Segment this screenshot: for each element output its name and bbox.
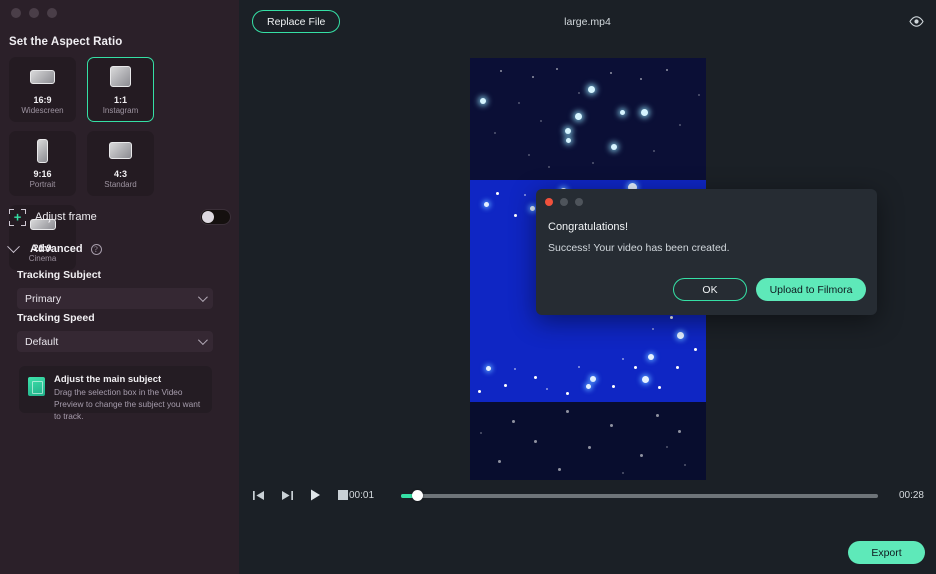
aspect-ratio-name: 4:3 (113, 168, 127, 179)
dialog-traffic-lights (545, 198, 583, 206)
help-icon[interactable]: ? (90, 243, 102, 255)
timeline-slider-handle[interactable] (412, 490, 423, 501)
step-forward-icon[interactable] (280, 488, 294, 502)
file-name-title: large.mp4 (564, 15, 611, 28)
adjust-frame-row: + Adjust frame (9, 206, 231, 228)
aspect-ratio-name: 1:1 (113, 94, 127, 105)
timeline-slider[interactable] (401, 490, 878, 501)
aspect-ratio-grid: 16:9 Widescreen 1:1 Instagram 9:16 Portr… (9, 57, 231, 270)
subject-selection-icon (28, 377, 45, 396)
tip-title: Adjust the main subject (54, 374, 162, 385)
eye-icon[interactable] (907, 12, 925, 30)
aspect-ratio-option-16-9[interactable]: 16:9 Widescreen (9, 57, 76, 122)
dialog-upload-to-filmora-button[interactable]: Upload to Filmora (756, 278, 866, 301)
main-area: Replace File large.mp4 00:01 00:28 Expor… (239, 0, 936, 574)
dialog-ok-button[interactable]: OK (673, 278, 747, 301)
window-maximize-button[interactable] (47, 8, 57, 18)
aspect-ratio-thumb-1-1 (110, 63, 131, 91)
tracking-subject-value: Primary (25, 292, 62, 305)
aspect-ratio-option-1-1[interactable]: 1:1 Instagram (87, 57, 154, 122)
aspect-ratio-thumb-4-3 (109, 137, 132, 165)
total-time-label: 00:28 (898, 490, 924, 501)
dialog-close-button[interactable] (545, 198, 553, 206)
current-time-label: 00:01 (349, 490, 375, 501)
chevron-down-icon (197, 335, 208, 346)
aspect-ratio-name: 9:16 (33, 168, 52, 179)
top-toolbar: Replace File large.mp4 (239, 0, 936, 43)
play-icon[interactable] (308, 488, 322, 502)
adjust-frame-label: Adjust frame (35, 211, 97, 223)
video-band-top (470, 58, 706, 180)
playback-bar: 00:01 00:28 Export (239, 480, 936, 574)
tip-box: Adjust the main subject Drag the selecti… (19, 366, 212, 421)
aspect-ratio-thumb-16-9 (30, 63, 55, 91)
tip-description: Drag the selection box in the Video Prev… (54, 387, 201, 421)
adjust-frame-toggle[interactable] (200, 209, 231, 225)
aspect-ratio-sublabel: Standard (104, 179, 137, 189)
aspect-ratio-option-9-16[interactable]: 9:16 Portrait (9, 131, 76, 196)
chevron-down-icon (7, 239, 20, 253)
crop-frame-icon: + (9, 208, 26, 226)
tip-text: Adjust the main subject Drag the selecti… (54, 374, 203, 421)
aspect-ratio-thumb-9-16 (37, 137, 48, 165)
dialog-minimize-button[interactable] (560, 198, 568, 206)
app-window: Set the Aspect Ratio 16:9 Widescreen 1:1… (0, 0, 936, 574)
aspect-ratio-sublabel: Instagram (102, 105, 139, 115)
tracking-speed-value: Default (25, 335, 59, 348)
chevron-down-icon (197, 292, 208, 303)
dialog-maximize-button[interactable] (575, 198, 583, 206)
success-dialog: Congratulations! Success! Your video has… (536, 189, 877, 315)
aspect-ratio-sublabel: Portrait (29, 179, 56, 189)
toggle-knob (202, 211, 214, 223)
dialog-title: Congratulations! (548, 221, 629, 233)
aspect-ratio-name: 16:9 (33, 94, 52, 105)
tracking-subject-select[interactable]: Primary (17, 288, 213, 309)
export-button[interactable]: Export (848, 541, 925, 564)
left-sidebar: Set the Aspect Ratio 16:9 Widescreen 1:1… (0, 0, 239, 574)
video-band-bottom (470, 402, 706, 480)
replace-file-button[interactable]: Replace File (252, 10, 341, 33)
window-minimize-button[interactable] (29, 8, 39, 18)
panel-title: Set the Aspect Ratio (9, 36, 123, 48)
playback-controls (252, 488, 350, 502)
aspect-ratio-sublabel: Widescreen (21, 105, 64, 115)
dialog-message: Success! Your video has been created. (548, 242, 730, 254)
tracking-speed-select[interactable]: Default (17, 331, 213, 352)
tracking-speed-label: Tracking Speed (17, 312, 95, 324)
advanced-section-header[interactable]: Advanced ? (7, 239, 231, 257)
advanced-label: Advanced (30, 243, 83, 255)
window-close-button[interactable] (11, 8, 21, 18)
stop-icon[interactable] (336, 488, 350, 502)
window-traffic-lights (11, 8, 57, 18)
step-backward-icon[interactable] (252, 488, 266, 502)
aspect-ratio-option-4-3[interactable]: 4:3 Standard (87, 131, 154, 196)
tracking-subject-label: Tracking Subject (17, 269, 102, 281)
